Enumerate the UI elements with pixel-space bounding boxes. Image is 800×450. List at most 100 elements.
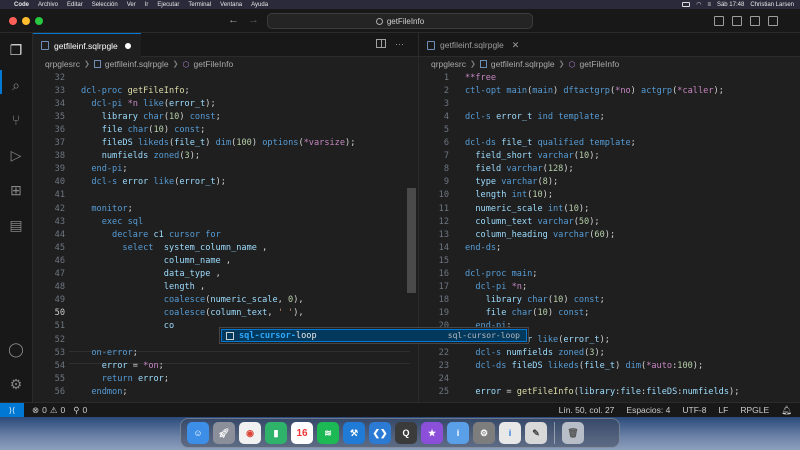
launchpad-icon[interactable]: 🚀︎ xyxy=(213,422,235,444)
back-arrow-icon[interactable]: ← xyxy=(228,14,239,26)
code-line[interactable]: 37 fileDS likeds(file_t) dim(100) option… xyxy=(33,137,356,150)
system-settings-icon[interactable]: ⚙ xyxy=(473,422,495,444)
code-line[interactable]: 51 co xyxy=(33,320,175,333)
menu-ir[interactable]: Ir xyxy=(145,2,149,8)
code-line[interactable]: 17 dcl-pi *n; xyxy=(419,281,528,294)
code-line[interactable]: 11 numeric_scale int(10); xyxy=(419,202,590,215)
code-line[interactable]: 40 dcl-s error like(error_t); xyxy=(33,176,226,189)
numbers-icon[interactable]: ▮ xyxy=(265,422,287,444)
ibmi-icon[interactable]: ▤ xyxy=(6,215,26,235)
more-actions-icon[interactable]: ··· xyxy=(395,39,404,49)
language-mode[interactable]: RPGLE xyxy=(740,405,769,415)
end-of-line[interactable]: LF xyxy=(718,405,728,415)
code-line[interactable]: 44 declare c1 cursor for xyxy=(33,228,221,241)
chrome-icon[interactable]: ◉ xyxy=(239,422,261,444)
code-line[interactable]: 33 dcl-proc getFileInfo; xyxy=(33,84,190,97)
calendar-icon[interactable]: 16 xyxy=(291,422,313,444)
code-line[interactable]: 54 error = *on; xyxy=(33,359,164,372)
menu-ejecutar[interactable]: Ejecutar xyxy=(157,2,179,8)
menu-ver[interactable]: Ver xyxy=(127,2,136,8)
suggestion-item[interactable]: sql-cursor- loop sql-cursor-loop xyxy=(221,329,527,342)
vscode-icon[interactable]: ❮❯ xyxy=(369,422,391,444)
menu-ventana[interactable]: Ventana xyxy=(220,2,242,8)
code-line[interactable]: 6 dcl-ds file_t qualified template; xyxy=(419,137,636,150)
code-line[interactable]: 8 field varchar(128); xyxy=(419,163,574,176)
tab-getfileinf-left[interactable]: getfileinf.sqlrpgle xyxy=(33,33,141,57)
split-editor-icon[interactable] xyxy=(376,39,386,48)
code-line[interactable]: 55 return error; xyxy=(33,372,169,385)
code-line[interactable]: 9 type varchar(8); xyxy=(419,176,558,189)
remote-indicator-icon[interactable]: ⟩⟨ xyxy=(0,402,24,418)
code-line[interactable]: 43 exec sql xyxy=(33,215,143,228)
breadcrumb-folder[interactable]: qrpglesrc xyxy=(45,59,80,69)
code-line[interactable]: 4 dcl-s error_t ind template; xyxy=(419,110,605,123)
code-line[interactable]: 49 coalesce(numeric_scale, 0), xyxy=(33,294,304,307)
scrollbar-thumb-left[interactable] xyxy=(407,188,416,293)
xcode-icon[interactable]: ⚒ xyxy=(343,422,365,444)
indentation[interactable]: Espacios: 4 xyxy=(626,405,670,415)
code-line[interactable]: 46 column_name , xyxy=(33,254,231,267)
menu-app-name[interactable]: Code xyxy=(14,2,29,8)
quicktime-icon[interactable]: Q xyxy=(395,422,417,444)
minimize-window-button[interactable] xyxy=(22,17,30,25)
code-line[interactable]: 38 numfields zoned(3); xyxy=(33,150,200,163)
tab-getfileinf-right[interactable]: getfileinf.sqlrpgle ✕ xyxy=(419,33,529,57)
run-debug-icon[interactable]: ▷ xyxy=(6,145,26,165)
code-line[interactable]: 7 field_short varchar(10); xyxy=(419,150,600,163)
code-line[interactable]: 24 xyxy=(419,372,449,385)
finder-icon[interactable]: ☺ xyxy=(187,422,209,444)
code-line[interactable]: 56 endmon; xyxy=(33,385,128,398)
manage-gear-icon[interactable]: ⚙ xyxy=(6,374,26,394)
code-line[interactable]: 41 xyxy=(33,189,65,202)
trash-icon[interactable]: 🗑︎ xyxy=(562,422,584,444)
toggle-secondary-sidebar-icon[interactable] xyxy=(750,16,760,26)
close-tab-icon[interactable]: ✕ xyxy=(512,40,520,51)
code-line[interactable]: 2 ctl-opt main(main) dftactgrp(*no) actgr… xyxy=(419,84,724,97)
menubar-clock[interactable]: Sáb 17:48 xyxy=(717,2,744,8)
code-line[interactable]: 47 data_type , xyxy=(33,268,221,281)
code-line[interactable]: 22 dcl-s numfields zoned(3); xyxy=(419,346,605,359)
code-line[interactable]: 23 dcl-ds fileDS likeds(file_t) dim(*aut… xyxy=(419,359,704,372)
customize-layout-icon[interactable] xyxy=(768,16,778,26)
forward-arrow-icon[interactable]: → xyxy=(248,14,259,26)
code-line[interactable]: 45 select system_column_name , xyxy=(33,241,268,254)
battery-icon[interactable] xyxy=(682,2,691,7)
menu-seleccion[interactable]: Selección xyxy=(92,2,118,8)
code-line[interactable]: 19 file char(10) const; xyxy=(419,307,590,320)
code-line[interactable]: 18 library char(10) const; xyxy=(419,294,605,307)
breadcrumb-folder[interactable]: qrpglesrc xyxy=(431,59,466,69)
code-line[interactable]: 50 coalesce(column_text, ' '), xyxy=(33,307,304,320)
menu-ayuda[interactable]: Ayuda xyxy=(251,2,268,8)
code-line[interactable]: 53 on-error; xyxy=(33,346,138,359)
code-line[interactable]: 16 dcl-proc main; xyxy=(419,268,538,281)
code-line[interactable]: 42 monitor; xyxy=(33,202,133,215)
wifi-icon[interactable]: ◠ xyxy=(696,1,701,8)
problems-indicator[interactable]: ⊗ 0 ⚠ 0 xyxy=(32,405,65,416)
zoom-window-button[interactable] xyxy=(35,17,43,25)
menu-archivo[interactable]: Archivo xyxy=(38,2,58,8)
code-line[interactable]: 39 end-pi; xyxy=(33,163,128,176)
source-control-icon[interactable]: ⑂ xyxy=(6,110,26,130)
code-line[interactable]: 48 length , xyxy=(33,281,206,294)
code-line[interactable]: 1 **free xyxy=(419,71,496,84)
code-line[interactable]: 13 column_heading varchar(60); xyxy=(419,228,615,241)
account-icon[interactable]: ◯ xyxy=(6,339,26,359)
breadcrumb-file[interactable]: getfileinf.sqlrpgle xyxy=(491,59,555,69)
breadcrumb-file[interactable]: getfileinf.sqlrpgle xyxy=(105,59,169,69)
code-line[interactable]: 35 library char(10) const; xyxy=(33,110,221,123)
breadcrumb-symbol[interactable]: getFileInfo xyxy=(194,59,234,69)
code-line[interactable]: 3 xyxy=(419,97,449,110)
ports-indicator[interactable]: ⚲ 0 xyxy=(73,405,87,416)
code-line[interactable]: 12 column_text varchar(50); xyxy=(419,215,600,228)
notifications-bell-icon[interactable]: 🔔︎ xyxy=(781,405,792,416)
code-line[interactable]: 52 xyxy=(33,333,65,346)
spotify-icon[interactable]: ≋ xyxy=(317,422,339,444)
menu-editar[interactable]: Editar xyxy=(67,2,83,8)
encoding[interactable]: UTF-8 xyxy=(682,405,706,415)
code-area-left[interactable]: 32 33 dcl-proc getFileInfo; 34 dcl-pi *n li… xyxy=(33,71,418,402)
breadcrumb-symbol[interactable]: getFileInfo xyxy=(580,59,620,69)
menu-terminal[interactable]: Terminal xyxy=(188,2,211,8)
code-line[interactable]: 34 dcl-pi *n like(error_t); xyxy=(33,97,216,110)
code-line[interactable]: 32 xyxy=(33,71,65,84)
ibmi-access-icon[interactable]: i xyxy=(499,422,521,444)
